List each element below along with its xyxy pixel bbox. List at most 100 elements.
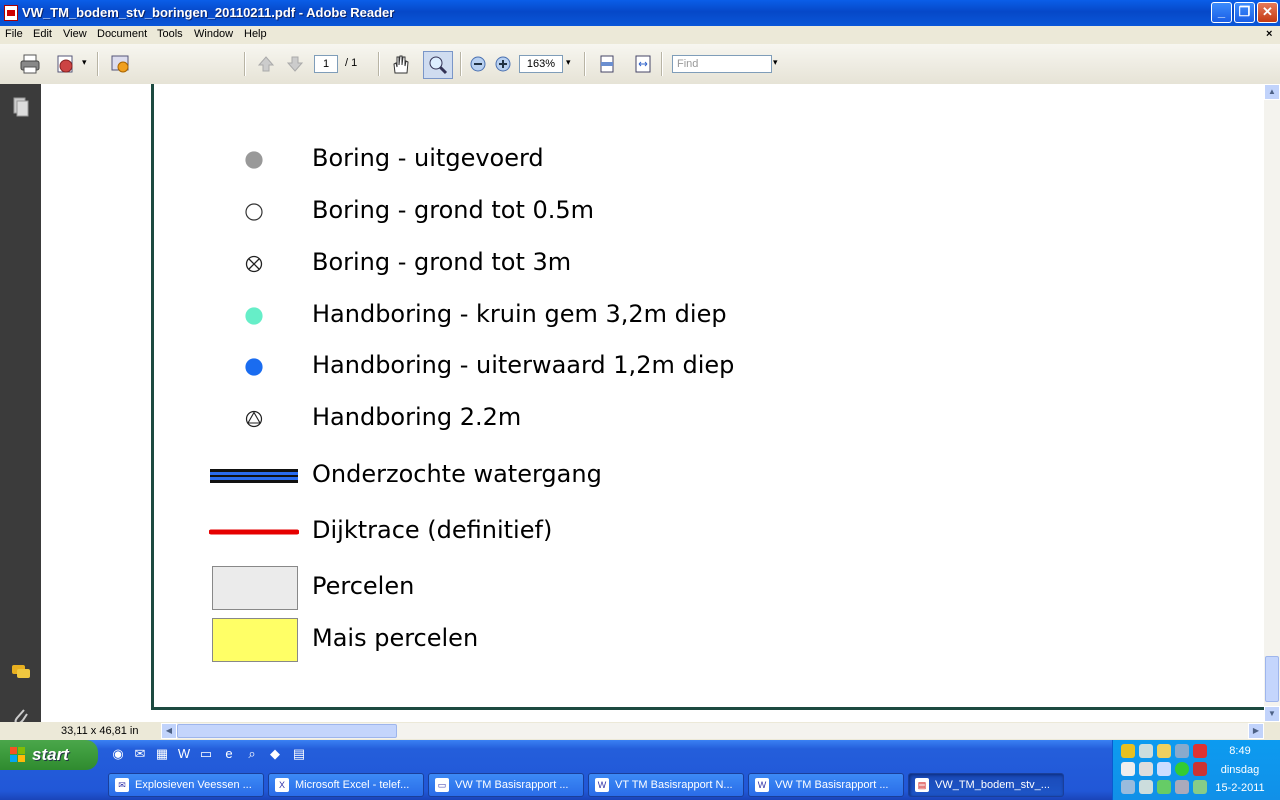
scroll-down-button[interactable]: ▼ <box>1264 706 1280 722</box>
share-dropdown-icon[interactable]: ▾ <box>82 57 87 68</box>
close-document-icon[interactable]: × <box>1266 28 1272 40</box>
speaker-icon[interactable] <box>1175 780 1189 794</box>
zoom-in-button[interactable] <box>492 53 514 75</box>
quicklaunch-tool-icon[interactable]: ◆ <box>267 746 283 762</box>
menu-file[interactable]: File <box>5 28 23 40</box>
taskbar-item-4[interactable]: W VT TM Basisrapport N... <box>588 773 744 797</box>
marquee-zoom-button[interactable] <box>423 51 453 79</box>
comments-icon[interactable] <box>10 662 30 684</box>
menu-edit[interactable]: Edit <box>33 28 52 40</box>
taskbar-item-3[interactable]: ▭ VW TM Basisrapport ... <box>428 773 584 797</box>
quicklaunch-explorer-icon[interactable]: ▤ <box>291 746 307 762</box>
legend-symbol-triangle-circle <box>244 409 264 432</box>
fit-width-icon <box>635 55 651 73</box>
display-icon[interactable] <box>1139 780 1153 794</box>
collaborate-button[interactable] <box>109 53 131 75</box>
tray-icon[interactable] <box>1139 762 1153 776</box>
share-button[interactable] <box>55 53 77 75</box>
legend-label: Percelen <box>312 572 415 600</box>
pdf-file-icon <box>4 5 18 21</box>
excel-icon: X <box>275 778 289 792</box>
separator <box>244 52 246 76</box>
navigation-pane <box>0 84 41 740</box>
menu-tools[interactable]: Tools <box>157 28 183 40</box>
zoom-dropdown-icon[interactable]: ▾ <box>566 57 571 68</box>
restore-button[interactable]: ❐ <box>1234 2 1255 23</box>
document-view[interactable]: Boring - uitgevoerd Boring - grond tot 0.… <box>41 84 1264 722</box>
clock-time[interactable]: 8:49 <box>1210 745 1270 757</box>
mail-icon[interactable] <box>1157 744 1171 758</box>
quicklaunch-search-icon[interactable]: ⌕ <box>244 746 260 762</box>
share-icon <box>57 55 73 73</box>
start-button[interactable]: start <box>0 740 98 770</box>
quicklaunch-outlook-icon[interactable]: ✉ <box>132 746 148 762</box>
status-bar: 33,11 x 46,81 in ◀ ▶ <box>0 722 1280 740</box>
quicklaunch-excel-icon[interactable]: ▦ <box>154 746 170 762</box>
quicklaunch-browser-icon[interactable]: e <box>221 746 237 762</box>
network-icon[interactable] <box>1139 744 1153 758</box>
zoom-level-input[interactable]: 163% <box>519 55 563 73</box>
legend-symbol-circle <box>244 357 264 380</box>
vertical-scrollbar[interactable]: ▲ ▼ <box>1264 84 1280 722</box>
taskbar-item-5[interactable]: W VW TM Basisrapport ... <box>748 773 904 797</box>
scroll-right-button[interactable]: ▶ <box>1248 723 1264 739</box>
find-input[interactable]: Find <box>672 55 772 73</box>
horizontal-scrollbar[interactable]: ◀ ▶ <box>161 723 1264 739</box>
next-page-button[interactable] <box>284 53 306 75</box>
horizontal-scroll-thumb[interactable] <box>177 724 397 738</box>
minimize-button[interactable]: _ <box>1211 2 1232 23</box>
tray-icon[interactable] <box>1157 780 1171 794</box>
quicklaunch-ie-icon[interactable]: ◉ <box>110 746 126 762</box>
page-number-input[interactable]: 1 <box>314 55 338 73</box>
taskbar: start ◉ ✉ ▦ W ▭ e ⌕ ◆ ▤ ✉ Explosieven Vee… <box>0 740 1280 800</box>
legend-symbol-watergang-line <box>210 468 298 487</box>
tray-icon[interactable] <box>1157 762 1171 776</box>
menu-document[interactable]: Document <box>97 28 147 40</box>
tray-icon[interactable] <box>1121 780 1135 794</box>
fit-page-button[interactable] <box>596 53 618 75</box>
clock-day: dinsdag <box>1220 764 1260 776</box>
tray-icon[interactable] <box>1193 780 1207 794</box>
quicklaunch-folder-icon[interactable]: ▭ <box>198 746 214 762</box>
print-button[interactable] <box>19 53 41 75</box>
word-icon: W <box>755 778 769 792</box>
menu-view[interactable]: View <box>63 28 87 40</box>
vertical-scroll-thumb[interactable] <box>1265 656 1279 702</box>
taskbar-item-2[interactable]: X Microsoft Excel - telef... <box>268 773 424 797</box>
security-icon[interactable] <box>1121 744 1135 758</box>
tray-icon[interactable] <box>1121 762 1135 776</box>
menu-bar: File Edit View Document Tools Window Hel… <box>0 26 1280 44</box>
menu-help[interactable]: Help <box>244 28 267 40</box>
fit-width-button[interactable] <box>632 53 654 75</box>
legend-label: Boring - grond tot 3m <box>312 248 572 276</box>
previous-page-button[interactable] <box>255 53 277 75</box>
hand-icon <box>393 55 409 74</box>
legend-label: Mais percelen <box>312 624 479 652</box>
separator <box>97 52 99 76</box>
scroll-left-button[interactable]: ◀ <box>161 723 177 739</box>
legend-label: Handboring - uiterwaard 1,2m diep <box>312 351 735 379</box>
map-frame-border <box>151 84 1264 710</box>
toolbar: ▾ 1 / 1 163% ▾ Find ▾ <box>0 44 1280 85</box>
taskbar-item-6[interactable]: ▤ VW_TM_bodem_stv_... <box>908 773 1064 797</box>
find-dropdown-icon[interactable]: ▾ <box>773 57 778 68</box>
page-size-readout: 33,11 x 46,81 in <box>61 725 139 737</box>
user-icon[interactable] <box>1175 744 1189 758</box>
close-button[interactable]: ✕ <box>1257 2 1278 23</box>
menu-window[interactable]: Window <box>194 28 233 40</box>
antivirus-icon[interactable] <box>1193 762 1207 776</box>
adobe-icon[interactable] <box>1193 744 1207 758</box>
pdf-icon: ▤ <box>915 778 929 792</box>
legend-label: Onderzochte watergang <box>312 460 602 488</box>
printer-icon <box>20 54 40 74</box>
quicklaunch-word-icon[interactable]: W <box>176 746 192 762</box>
windows-logo-icon <box>10 747 25 762</box>
pages-icon[interactable] <box>10 96 30 118</box>
check-icon[interactable] <box>1175 762 1189 776</box>
fit-page-icon <box>600 55 614 73</box>
taskbar-item-1[interactable]: ✉ Explosieven Veessen ... <box>108 773 264 797</box>
hand-tool-button[interactable] <box>389 53 411 75</box>
zoom-out-button[interactable] <box>467 53 489 75</box>
collaborate-icon <box>111 55 129 73</box>
scroll-up-button[interactable]: ▲ <box>1264 84 1280 100</box>
